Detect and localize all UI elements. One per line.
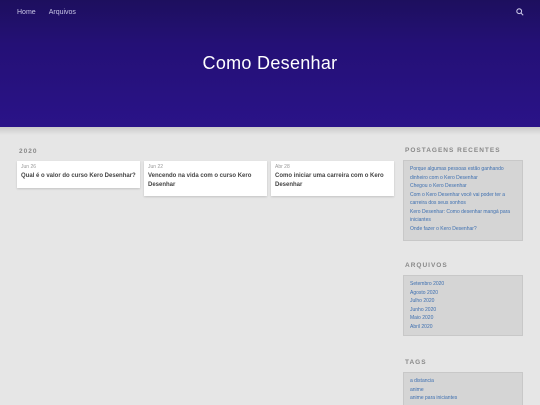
recent-post-link[interactable]: Com o Kero Desenhar você vai poder ter a…	[410, 191, 516, 208]
post-card[interactable]: Jun 26 Qual é o valor do curso Kero Dese…	[17, 161, 140, 188]
post-title[interactable]: Qual é o valor do curso Kero Desenhar?	[21, 172, 136, 181]
post-title[interactable]: Como iniciar uma carreira com o Kero Des…	[275, 172, 390, 190]
archive-link[interactable]: Maio 2020	[410, 314, 516, 323]
nav-archives-link[interactable]: Arquivos	[49, 9, 76, 16]
tags-widget: a distancia anime anime para iniciantes	[403, 372, 523, 405]
archive-link[interactable]: Julho 2020	[410, 297, 516, 306]
post-title[interactable]: Vencendo na vida com o curso Kero Desenh…	[148, 172, 263, 190]
recent-post-link[interactable]: Kero Desenhar: Como desenhar mangá para …	[410, 208, 516, 225]
site-title: Como Desenhar	[202, 53, 338, 73]
archive-link[interactable]: Agosto 2020	[410, 289, 516, 298]
archives-heading: ARQUIVOS	[405, 262, 448, 269]
tag-link[interactable]: a distancia	[410, 377, 516, 386]
archive-link[interactable]: Junho 2020	[410, 306, 516, 315]
recent-post-link[interactable]: Porque algumas pessoas estão ganhando di…	[410, 165, 516, 182]
recent-post-link[interactable]: Chegou o Kero Desenhar	[410, 182, 516, 191]
nav-home-link[interactable]: Home	[17, 9, 36, 16]
recent-posts-widget: Porque algumas pessoas estão ganhando di…	[403, 160, 523, 241]
archive-link[interactable]: Setembro 2020	[410, 280, 516, 289]
post-date: Jun 26	[21, 164, 37, 170]
archives-widget: Setembro 2020 Agosto 2020 Julho 2020 Jun…	[403, 275, 523, 336]
archive-year-heading: 2020	[19, 148, 38, 155]
hero-shadow	[0, 127, 540, 135]
tags-heading: TAGS	[405, 359, 427, 366]
tag-link[interactable]: anime	[410, 386, 516, 395]
top-nav: Home Arquivos	[0, 0, 540, 24]
post-card[interactable]: Abr 28 Como iniciar uma carreira com o K…	[271, 161, 394, 196]
post-date: Jun 22	[148, 164, 164, 170]
post-card[interactable]: Jun 22 Vencendo na vida com o curso Kero…	[144, 161, 267, 196]
tag-link[interactable]: anime para iniciantes	[410, 394, 516, 403]
recent-posts-heading: POSTAGENS RECENTES	[405, 147, 501, 154]
recent-post-link[interactable]: Onde fazer o Kero Desenhar?	[410, 225, 516, 234]
archive-link[interactable]: Abril 2020	[410, 323, 516, 332]
search-icon[interactable]	[516, 8, 524, 16]
post-date: Abr 28	[275, 164, 290, 170]
